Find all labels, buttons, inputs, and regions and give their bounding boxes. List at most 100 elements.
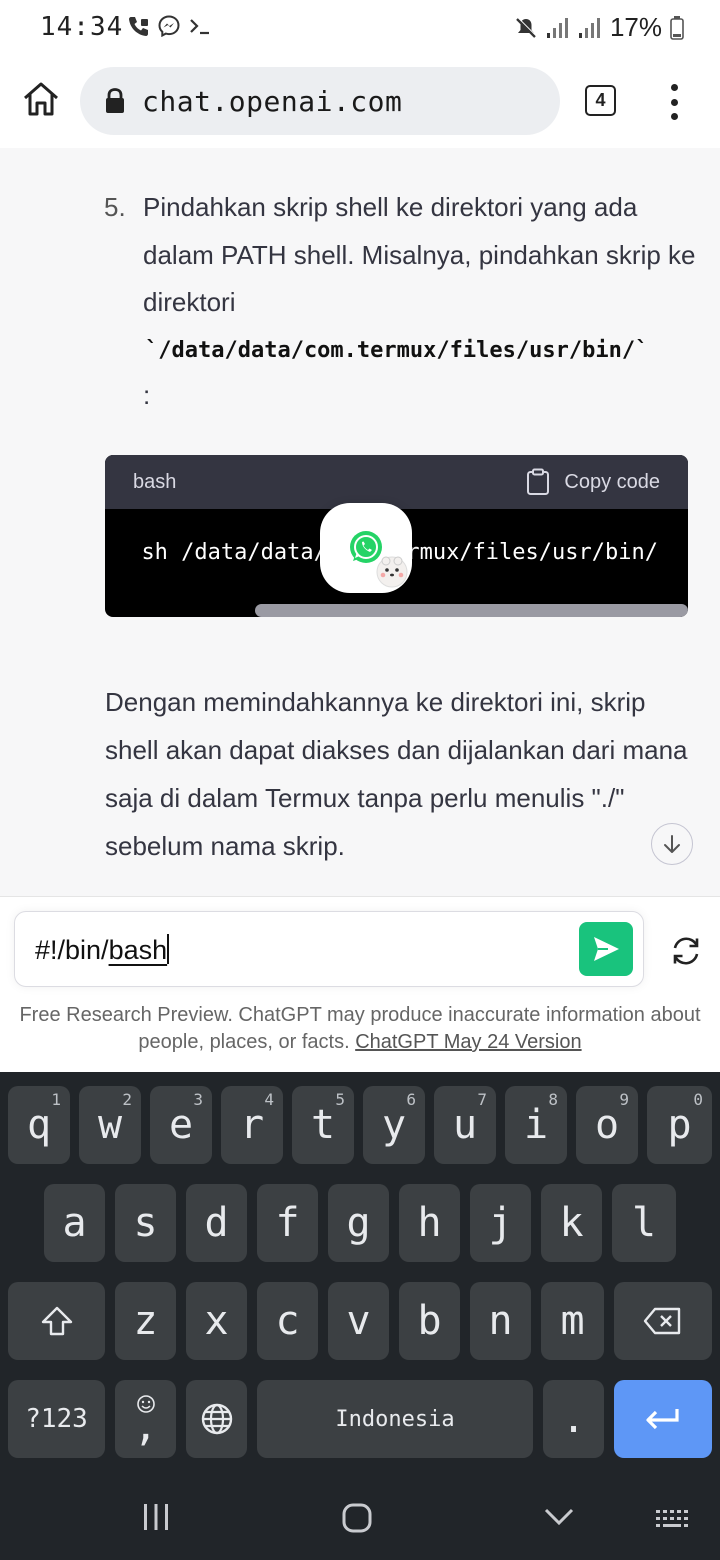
status-notification-icons: [128, 15, 212, 37]
battery-icon: [670, 15, 684, 40]
inline-code: `/data/data/com.termux/files/usr/bin/`: [145, 338, 649, 363]
code-horizontal-scrollbar[interactable]: [255, 604, 688, 617]
url-text: chat.openai.com: [142, 84, 403, 118]
send-icon: [594, 937, 619, 961]
status-bar: 14:34 17%: [0, 0, 720, 54]
key-hint: 6: [406, 1090, 416, 1109]
address-bar[interactable]: chat.openai.com: [80, 67, 560, 135]
backspace-key[interactable]: [614, 1282, 712, 1360]
key-b[interactable]: b: [399, 1282, 460, 1360]
more-vert-icon[interactable]: [662, 84, 686, 120]
key-d[interactable]: d: [186, 1184, 247, 1262]
key-hint: 8: [548, 1090, 558, 1109]
copy-code-button[interactable]: Copy code: [526, 468, 660, 496]
language-key[interactable]: [186, 1380, 247, 1458]
response-paragraph: Dengan memindahkannya ke direktori ini, …: [105, 687, 688, 861]
input-text-composing: bash: [108, 935, 168, 965]
key-label: o: [594, 1102, 620, 1148]
key-m[interactable]: m: [541, 1282, 604, 1360]
code-language: bash: [133, 470, 177, 493]
key-hint: 5: [335, 1090, 345, 1109]
scroll-to-bottom-button[interactable]: [651, 823, 693, 865]
browser-toolbar: chat.openai.com 4: [0, 54, 720, 148]
tab-switcher-button[interactable]: 4: [585, 85, 616, 116]
key-a[interactable]: a: [44, 1184, 105, 1262]
key-hint: 1: [51, 1090, 61, 1109]
key-g[interactable]: g: [328, 1184, 389, 1262]
key-hint: 3: [193, 1090, 203, 1109]
list-item-text: Pindahkan skrip shell ke direktori yang …: [143, 192, 696, 317]
key-n[interactable]: n: [470, 1282, 531, 1360]
globe-icon: [201, 1403, 232, 1435]
comma-key[interactable]: ,: [115, 1380, 176, 1458]
key-k[interactable]: k: [541, 1184, 602, 1262]
key-v[interactable]: v: [328, 1282, 389, 1360]
key-hint: 4: [264, 1090, 274, 1109]
status-right: 17%: [514, 12, 684, 43]
key-label: i: [523, 1102, 549, 1148]
key-o[interactable]: o9: [576, 1086, 638, 1164]
key-label: p: [667, 1102, 692, 1148]
key-label: q: [26, 1102, 52, 1148]
keyboard-switch-icon[interactable]: [655, 1508, 691, 1532]
key-c[interactable]: c: [257, 1282, 318, 1360]
enter-key[interactable]: [614, 1380, 712, 1458]
key-label: w: [97, 1102, 123, 1148]
terminal-icon: [190, 19, 209, 35]
key-label: t: [310, 1102, 336, 1148]
disclaimer: Free Research Preview. ChatGPT may produ…: [0, 1002, 720, 1056]
key-p[interactable]: p0: [647, 1086, 712, 1164]
key-t[interactable]: t5: [292, 1086, 354, 1164]
send-button[interactable]: [579, 922, 633, 976]
key-r[interactable]: r4: [221, 1086, 283, 1164]
key-j[interactable]: j: [470, 1184, 531, 1262]
key-hint: 9: [619, 1090, 629, 1109]
home-nav-icon[interactable]: [341, 1502, 373, 1534]
text-caret: [167, 934, 170, 964]
clipboard-icon: [527, 468, 550, 495]
recent-apps-icon[interactable]: [141, 1502, 171, 1532]
code-block-header: bash Copy code: [105, 455, 688, 509]
key-q[interactable]: q1: [8, 1086, 70, 1164]
soft-keyboard: q1 w2 e3 r4 t5 y6 u7 i8 o9 p0 a s d f g …: [0, 1072, 720, 1472]
key-s[interactable]: s: [115, 1184, 176, 1262]
arrow-down-icon: [664, 835, 680, 853]
battery-level: 17%: [609, 12, 662, 42]
shift-icon: [41, 1306, 72, 1336]
key-u[interactable]: u7: [434, 1086, 496, 1164]
key-y[interactable]: y6: [363, 1086, 425, 1164]
enter-icon: [646, 1409, 679, 1430]
message-input-text: #!/bin/bash: [35, 934, 170, 966]
period-key[interactable]: .: [543, 1380, 604, 1458]
back-nav-icon[interactable]: [543, 1506, 575, 1528]
key-l[interactable]: l: [612, 1184, 676, 1262]
floating-chat-bubble[interactable]: [320, 503, 412, 593]
key-e[interactable]: e3: [150, 1086, 212, 1164]
key-i[interactable]: i8: [505, 1086, 567, 1164]
symbols-key[interactable]: ?123: [8, 1380, 105, 1458]
key-z[interactable]: z: [115, 1282, 176, 1360]
list-item-number: 5.: [104, 192, 126, 222]
status-time: 14:34: [40, 12, 124, 42]
shift-key[interactable]: [8, 1282, 105, 1360]
signal-icon-2: [578, 17, 600, 38]
key-x[interactable]: x: [186, 1282, 247, 1360]
key-w[interactable]: w2: [79, 1086, 141, 1164]
lock-icon: [106, 88, 124, 113]
mute-icon: [516, 16, 537, 38]
regenerate-button[interactable]: [668, 933, 704, 969]
version-link[interactable]: ChatGPT May 24 Version: [355, 1031, 581, 1053]
key-label: u: [452, 1102, 478, 1148]
home-button[interactable]: [20, 78, 62, 120]
composer-area: #!/bin/bash Free Research Preview. ChatG…: [0, 896, 720, 1072]
message-input[interactable]: #!/bin/bash: [14, 911, 644, 987]
key-hint: 2: [122, 1090, 132, 1109]
space-key[interactable]: Indonesia: [257, 1380, 533, 1458]
refresh-icon: [673, 937, 699, 965]
backspace-icon: [643, 1307, 681, 1335]
whatsapp-icon: [350, 531, 408, 588]
key-h[interactable]: h: [399, 1184, 460, 1262]
wifi-calling-icon: [129, 17, 148, 36]
key-f[interactable]: f: [257, 1184, 318, 1262]
copy-code-label: Copy code: [564, 470, 660, 493]
